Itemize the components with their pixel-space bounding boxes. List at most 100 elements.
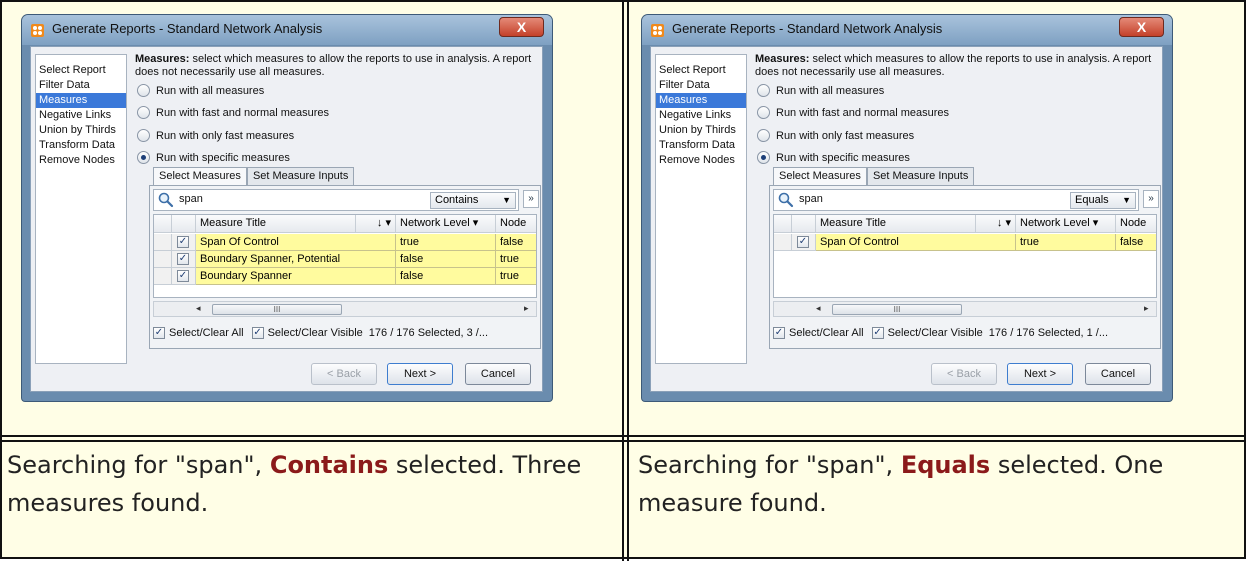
row-checkbox[interactable]: ✓ xyxy=(177,253,189,265)
radio-option[interactable]: Run with specific measures xyxy=(137,151,290,164)
description-text: select which measures to allow the repor… xyxy=(135,53,532,78)
select-all-checkbox[interactable]: ✓ xyxy=(153,327,165,339)
horizontal-scrollbar[interactable]: ◂ III ▸ xyxy=(773,301,1157,317)
chevron-down-icon: ▼ xyxy=(502,195,511,205)
back-button[interactable]: < Back xyxy=(311,363,377,385)
row-checkbox[interactable]: ✓ xyxy=(177,270,189,282)
nav-item-measures[interactable]: Measures xyxy=(656,93,746,108)
dialog-buttons: < Back Next > Cancel xyxy=(311,363,541,385)
scroll-thumb[interactable]: III xyxy=(212,304,342,315)
select-visible-label[interactable]: Select/Clear Visible xyxy=(268,327,363,339)
row-checkbox[interactable]: ✓ xyxy=(177,236,189,248)
match-mode-select[interactable]: Equals ▼ xyxy=(1070,192,1136,209)
radio-button[interactable] xyxy=(757,84,770,97)
search-input[interactable]: span xyxy=(179,193,203,205)
scroll-left-arrow[interactable]: ◂ xyxy=(196,303,201,314)
measure-title-cell: Boundary Spanner, Potential xyxy=(196,251,396,268)
nav-item-negative-links[interactable]: Negative Links xyxy=(36,108,126,123)
nav-item-filter-data[interactable]: Filter Data xyxy=(36,78,126,93)
select-visible-checkbox[interactable]: ✓ xyxy=(871,327,884,339)
select-visible-checkbox[interactable]: ✓ xyxy=(251,327,264,339)
search-icon xyxy=(778,192,794,208)
close-button[interactable]: X xyxy=(1119,17,1164,37)
measures-content: Measures: select which measures to allow… xyxy=(755,50,1161,388)
node-cell: false xyxy=(496,234,536,251)
column-header-measure-title[interactable]: Measure Title xyxy=(196,215,356,233)
nav-item-negative-links[interactable]: Negative Links xyxy=(656,108,746,123)
nav-item-select-report[interactable]: Select Report xyxy=(656,63,746,78)
description-heading: Measures: xyxy=(755,53,810,65)
nav-item-remove-nodes[interactable]: Remove Nodes xyxy=(36,153,126,168)
row-checkbox-cell: ✓ xyxy=(172,234,196,251)
tab-set-measure-inputs[interactable]: Set Measure Inputs xyxy=(246,167,355,185)
select-visible-label[interactable]: Select/Clear Visible xyxy=(888,327,983,339)
title-bar: Generate Reports - Standard Network Anal… xyxy=(642,15,1172,45)
nav-item-select-report[interactable]: Select Report xyxy=(36,63,126,78)
table-row[interactable]: ✓ Boundary Spanner, Potential false true xyxy=(154,251,536,268)
nav-item-transform-data[interactable]: Transform Data xyxy=(656,138,746,153)
radio-option[interactable]: Run with all measures xyxy=(757,84,884,97)
radio-button[interactable] xyxy=(757,106,770,119)
scroll-right-arrow[interactable]: ▸ xyxy=(1144,303,1149,314)
radio-button[interactable] xyxy=(137,106,150,119)
network-level-cell: true xyxy=(396,234,496,251)
scroll-left-arrow[interactable]: ◂ xyxy=(816,303,821,314)
sort-control[interactable]: ↓ ▾ xyxy=(356,215,396,233)
radio-label: Run with specific measures xyxy=(156,151,290,164)
sort-control[interactable]: ↓ ▾ xyxy=(976,215,1016,233)
close-button[interactable]: X xyxy=(499,17,544,37)
radio-option[interactable]: Run with specific measures xyxy=(757,151,910,164)
tab-select-measures[interactable]: Select Measures xyxy=(773,167,867,185)
nav-item-remove-nodes[interactable]: Remove Nodes xyxy=(656,153,746,168)
select-all-label[interactable]: Select/Clear All xyxy=(169,327,244,339)
radio-button[interactable] xyxy=(137,84,150,97)
table-row[interactable]: ✓ Span Of Control true false xyxy=(154,234,536,251)
match-mode-select[interactable]: Contains ▼ xyxy=(430,192,516,209)
next-button[interactable]: Next > xyxy=(1007,363,1073,385)
column-header-node[interactable]: Node xyxy=(496,215,536,233)
nav-item-union-by-thirds[interactable]: Union by Thirds xyxy=(656,123,746,138)
radio-label: Run with only fast measures xyxy=(776,129,915,142)
scroll-right-arrow[interactable]: ▸ xyxy=(524,303,529,314)
table-row[interactable]: ✓ Boundary Spanner false true xyxy=(154,268,536,285)
radio-option[interactable]: Run with only fast measures xyxy=(757,129,914,142)
row-checkbox[interactable]: ✓ xyxy=(797,236,809,248)
app-icon xyxy=(650,23,665,38)
next-button[interactable]: Next > xyxy=(387,363,453,385)
nav-item-transform-data[interactable]: Transform Data xyxy=(36,138,126,153)
radio-option[interactable]: Run with fast and normal measures xyxy=(137,106,329,119)
measure-tabs: Select Measures Set Measure Inputs xyxy=(773,167,975,185)
row-divider xyxy=(2,435,1246,437)
table-row[interactable]: ✓ Span Of Control true false xyxy=(774,234,1156,251)
tab-set-measure-inputs[interactable]: Set Measure Inputs xyxy=(866,167,975,185)
expand-options-button[interactable]: » xyxy=(523,190,539,208)
horizontal-scrollbar[interactable]: ◂ III ▸ xyxy=(153,301,537,317)
column-header-network-level[interactable]: Network Level ▾ xyxy=(396,215,496,233)
column-header-node[interactable]: Node xyxy=(1116,215,1156,233)
back-button[interactable]: < Back xyxy=(931,363,997,385)
scroll-thumb[interactable]: III xyxy=(832,304,962,315)
nav-item-measures[interactable]: Measures xyxy=(36,93,126,108)
radio-option[interactable]: Run with only fast measures xyxy=(137,129,294,142)
nav-item-filter-data[interactable]: Filter Data xyxy=(656,78,746,93)
radio-label: Run with fast and normal measures xyxy=(776,106,950,119)
nav-item-union-by-thirds[interactable]: Union by Thirds xyxy=(36,123,126,138)
cancel-button[interactable]: Cancel xyxy=(465,363,531,385)
radio-button[interactable] xyxy=(757,129,770,142)
measure-title-cell: Span Of Control xyxy=(816,234,1016,251)
cancel-button[interactable]: Cancel xyxy=(1085,363,1151,385)
column-header-measure-title[interactable]: Measure Title xyxy=(816,215,976,233)
radio-option[interactable]: Run with all measures xyxy=(137,84,264,97)
radio-option[interactable]: Run with fast and normal measures xyxy=(757,106,949,119)
generate-reports-dialog: Generate Reports - Standard Network Anal… xyxy=(642,15,1172,401)
row-checkbox-cell: ✓ xyxy=(172,251,196,268)
select-all-checkbox[interactable]: ✓ xyxy=(773,327,785,339)
tab-select-measures[interactable]: Select Measures xyxy=(153,167,247,185)
radio-button[interactable] xyxy=(137,151,150,164)
expand-options-button[interactable]: » xyxy=(1143,190,1159,208)
select-all-label[interactable]: Select/Clear All xyxy=(789,327,864,339)
column-header-network-level[interactable]: Network Level ▾ xyxy=(1016,215,1116,233)
search-input[interactable]: span xyxy=(799,193,823,205)
radio-button[interactable] xyxy=(137,129,150,142)
radio-button[interactable] xyxy=(757,151,770,164)
